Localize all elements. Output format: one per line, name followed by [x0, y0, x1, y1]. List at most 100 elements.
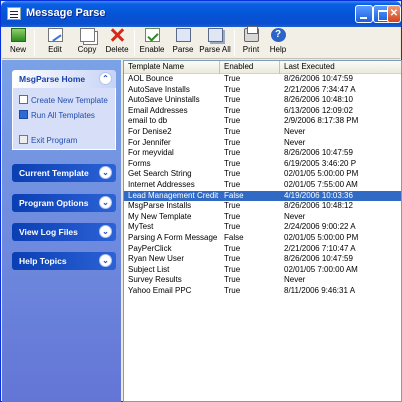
exit-program-link[interactable]: Exit Program [19, 135, 77, 145]
cell-template-name: AOL Bounce [128, 74, 174, 83]
table-row[interactable]: MsgParse Installs True 8/26/2006 10:48:12 [124, 201, 401, 212]
new-button[interactable]: New [5, 28, 31, 58]
cell-template-name: Yahoo Email PPC [128, 285, 192, 295]
table-row[interactable]: Internet Addresses True 02/01/05 7:55:00 A… [124, 180, 401, 191]
table-row[interactable]: For Jennifer True Never [124, 138, 401, 149]
table-row[interactable]: email to db True 2/9/2006 8:17:38 PM [124, 116, 401, 127]
cell-enabled: True [224, 254, 241, 264]
cell-template-name: Parsing A Form Message [128, 232, 218, 242]
view-log-files-title: View Log Files [19, 227, 78, 237]
table-row[interactable]: For meyvidal True 8/26/2006 10:47:59 [124, 148, 401, 159]
enable-icon [144, 28, 160, 42]
parse-icon [175, 28, 191, 42]
cell-template-name: For Jennifer [128, 137, 171, 147]
cell-template-name: AutoSave Uninstalls [128, 95, 200, 105]
column-header-last-executed[interactable]: Last Executed [280, 61, 401, 74]
msgparse-home-title: MsgParse Home [19, 74, 86, 84]
cell-enabled: True [224, 148, 241, 158]
window-title: Message Parse [26, 7, 106, 19]
cell-last-executed: 8/26/2006 10:47:59 [284, 74, 353, 83]
template-list[interactable]: Template Name Enabled Last Executed AOL … [123, 60, 402, 402]
table-row[interactable]: PayPerClick True 2/21/2006 7:10:47 A [124, 244, 401, 255]
table-row[interactable]: Email Addresses True 6/13/2006 12:09:02 [124, 106, 401, 117]
table-row[interactable]: Yahoo Email PPC True 8/11/2006 9:46:31 A [124, 286, 401, 297]
chevron-down-icon[interactable]: ⌄ [99, 254, 112, 267]
cell-template-name: Survey Results [128, 275, 182, 285]
cell-last-executed: 8/26/2006 10:47:59 [284, 148, 353, 158]
program-options-title: Program Options [19, 198, 89, 208]
toolbar-separator [234, 30, 235, 56]
parse-all-icon [207, 28, 223, 42]
parse-all-button[interactable]: Parse All [198, 28, 232, 58]
app-icon [7, 7, 21, 20]
cell-enabled: False [224, 232, 244, 242]
cell-enabled: True [224, 169, 241, 179]
delete-icon [110, 28, 125, 42]
help-label: Help [269, 45, 287, 54]
table-row[interactable]: My New Template True Never [124, 212, 401, 223]
print-button[interactable]: Print [238, 26, 264, 58]
cell-last-executed: Never [284, 137, 306, 147]
cell-enabled: True [224, 222, 241, 232]
enable-label: Enable [139, 45, 165, 54]
cell-template-name: For Denise2 [128, 126, 172, 136]
edit-button[interactable]: Edit [42, 28, 68, 58]
toolbar-separator [34, 30, 35, 56]
table-row[interactable]: Subject List True 02/01/05 7:00:00 AM [124, 265, 401, 276]
chevron-down-icon[interactable]: ⌄ [99, 196, 112, 209]
chevron-down-icon[interactable]: ⌄ [99, 166, 112, 179]
copy-icon [79, 28, 95, 42]
cell-template-name: Get Search String [128, 169, 192, 179]
table-row[interactable]: AutoSave Uninstalls True 8/26/2006 10:48:1… [124, 95, 401, 106]
close-button[interactable] [387, 5, 401, 23]
create-new-template-link[interactable]: Create New Template [19, 95, 108, 105]
copy-label: Copy [77, 45, 97, 54]
table-row[interactable]: Get Search String True 02/01/05 5:00:00 PM [124, 169, 401, 180]
cell-template-name: Lead Management Credit A... [128, 190, 220, 200]
current-template-header[interactable]: Current Template ⌄ [12, 164, 116, 182]
edit-icon [47, 28, 63, 42]
task-pane: MsgParse Home ⌃ Create New Template Run … [2, 60, 121, 402]
table-row[interactable]: For Denise2 True Never [124, 127, 401, 138]
msgparse-home-header[interactable]: MsgParse Home ⌃ [12, 70, 116, 88]
run-all-templates-link[interactable]: Run All Templates [19, 110, 95, 120]
cell-last-executed: 4/19/2006 10:03:36 [284, 190, 353, 200]
cell-last-executed: 6/13/2006 12:09:02 [284, 105, 353, 115]
help-topics-header[interactable]: Help Topics ⌄ [12, 252, 116, 270]
parse-button[interactable]: Parse [170, 28, 196, 58]
cell-enabled: True [224, 158, 241, 168]
print-label: Print [242, 45, 260, 54]
help-button[interactable]: ? Help [266, 28, 290, 58]
cell-enabled: True [224, 84, 241, 94]
toolbar: New Edit Copy Delete Enable Parse Parse … [2, 26, 400, 59]
cell-template-name: Forms [128, 158, 151, 168]
table-row[interactable]: Survey Results True Never [124, 275, 401, 286]
chevron-up-icon[interactable]: ⌃ [99, 72, 112, 85]
table-row[interactable]: AutoSave Installs True 2/21/2006 7:34:47 A [124, 85, 401, 96]
table-row[interactable]: AOL Bounce True 8/26/2006 10:47:59 [124, 74, 401, 85]
table-row[interactable]: Ryan New User True 8/26/2006 10:47:59 [124, 254, 401, 265]
cell-last-executed: Never [284, 126, 306, 136]
cell-last-executed: 8/26/2006 10:48:10 [284, 95, 353, 105]
table-row[interactable]: MyTest True 2/24/2006 9:00:22 A [124, 222, 401, 233]
cell-last-executed: 8/26/2006 10:48:12 [284, 201, 353, 211]
title-bar[interactable]: Message Parse [1, 1, 401, 27]
cell-enabled: True [224, 285, 241, 295]
new-template-icon [19, 95, 28, 104]
cell-enabled: True [224, 179, 241, 189]
program-options-header[interactable]: Program Options ⌄ [12, 194, 116, 212]
column-header-template-name[interactable]: Template Name [124, 61, 220, 74]
cell-template-name: My New Template [128, 211, 192, 221]
cell-last-executed: 02/01/05 7:00:00 AM [284, 264, 358, 274]
enable-button[interactable]: Enable [138, 28, 166, 58]
table-row[interactable]: Forms True 6/19/2005 3:46:20 P [124, 159, 401, 170]
view-log-files-header[interactable]: View Log Files ⌄ [12, 223, 116, 241]
copy-button[interactable]: Copy [72, 28, 102, 58]
minimize-button[interactable] [355, 5, 373, 23]
delete-button[interactable]: Delete [104, 28, 130, 58]
cell-enabled: True [224, 116, 241, 126]
chevron-down-icon[interactable]: ⌄ [99, 225, 112, 238]
column-header-enabled[interactable]: Enabled [220, 61, 280, 74]
table-row[interactable]: Parsing A Form Message False 02/01/05 5:00… [124, 233, 401, 244]
table-row[interactable]: Lead Management Credit A... False 4/19/200… [124, 190, 401, 202]
